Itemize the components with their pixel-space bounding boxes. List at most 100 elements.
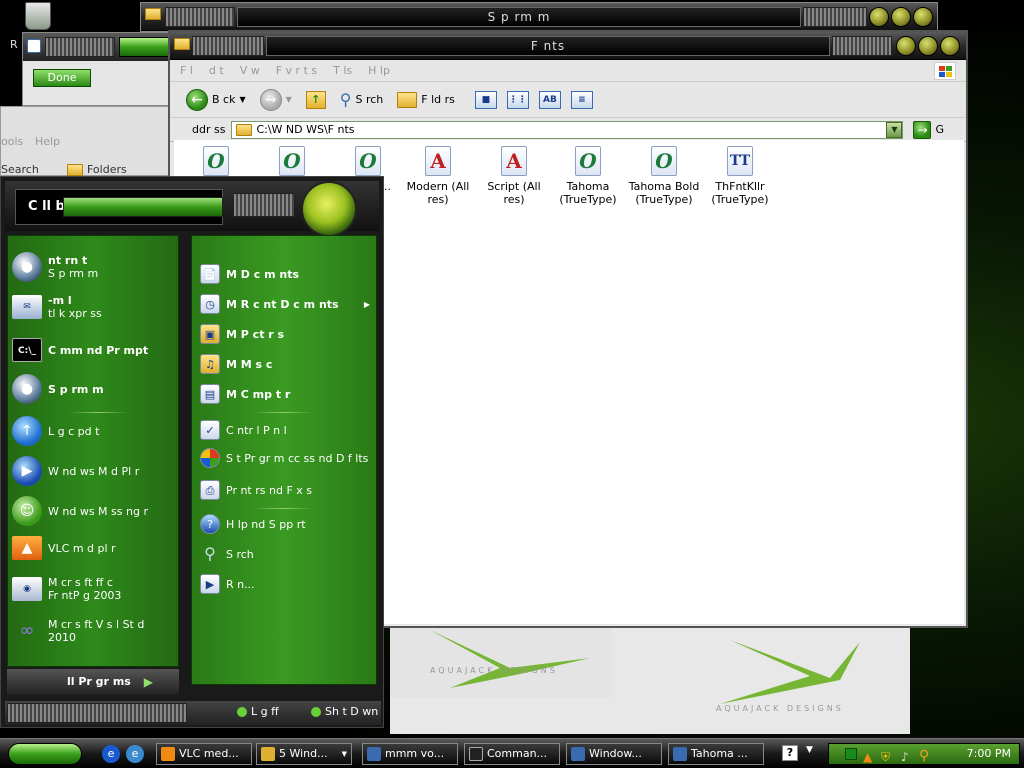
taskbar-button-command[interactable]: Comman...: [464, 743, 560, 765]
network-icon[interactable]: [845, 748, 857, 760]
taskbar-button-window[interactable]: Window...: [566, 743, 662, 765]
logo-text: AQUAJACK DESIGNS: [716, 704, 844, 713]
footer-grip: [7, 703, 187, 723]
start-item-help[interactable]: ? H lp nd S pp rt: [200, 514, 306, 534]
address-label: ddr ss: [192, 123, 226, 136]
font-file-icon: A: [425, 146, 451, 176]
start-item-my-pictures[interactable]: ▣ M P ct r s: [200, 324, 284, 344]
start-item-my-documents[interactable]: 📄 M D c m nts: [200, 264, 299, 284]
font-item[interactable]: O Tahoma Bold (TrueType): [626, 146, 702, 206]
start-item-printers[interactable]: ⎙ Pr nt rs nd F x s: [200, 480, 312, 500]
shield-icon[interactable]: ⛨: [881, 747, 890, 767]
back-folders-button[interactable]: Folders: [67, 163, 127, 176]
folders-button[interactable]: F ld rs: [393, 90, 459, 110]
help-icon[interactable]: ?: [782, 745, 798, 761]
maximize-button[interactable]: [918, 36, 938, 56]
taskbar-button-document[interactable]: mmm vo...: [362, 743, 458, 765]
large-icons-view-icon[interactable]: ■: [474, 90, 497, 109]
chevron-down-icon[interactable]: ▼: [806, 745, 813, 755]
menu-view[interactable]: V w: [240, 64, 260, 77]
recycle-bin-icon[interactable]: [18, 2, 58, 32]
background-explorer[interactable]: ools Help Search Folders: [0, 106, 172, 176]
start-item-messenger[interactable]: ☺ W nd ws M ss ng r: [12, 496, 148, 526]
start-item-visual-studio[interactable]: ∞ M cr s ft V s l St d 2010: [12, 618, 145, 644]
ie-alt-quicklaunch-icon[interactable]: e: [126, 745, 144, 763]
font-item[interactable]: O Tahoma (TrueType): [550, 146, 626, 206]
start-item-program-access[interactable]: S t Pr gr m cc ss nd D f lts: [200, 448, 370, 468]
up-folder-button[interactable]: ↑: [302, 89, 330, 111]
start-item-command-prompt[interactable]: C:\_ C mm nd Pr mpt: [12, 338, 148, 362]
font-item[interactable]: A Script (All res): [476, 146, 552, 206]
start-item-internet[interactable]: ● nt rn tS p rm m: [12, 252, 98, 282]
go-button[interactable]: → G: [913, 120, 944, 139]
back-search-button[interactable]: Search: [1, 163, 39, 176]
system-places: 📄 M D c m nts ◷ M R c nt D c m nts ▶ ▣ M P c…: [191, 235, 377, 685]
all-programs-button[interactable]: ll Pr gr ms ▶: [7, 669, 179, 695]
window-title: S p rm m: [237, 7, 801, 27]
minimize-button[interactable]: [896, 36, 916, 56]
start-item-frontpage[interactable]: ◉ M cr s ft ff c Fr ntP g 2003: [12, 576, 121, 602]
chevron-down-icon[interactable]: ▼: [239, 95, 245, 104]
menu-favorites[interactable]: F v r t s: [276, 64, 317, 77]
start-item-recent-documents[interactable]: ◷ M R c nt D c m nts ▶: [200, 294, 374, 314]
logoff-button[interactable]: L g ff: [237, 705, 279, 718]
start-item-my-computer[interactable]: ▤ M C mp t r: [200, 384, 290, 404]
start-item-my-music[interactable]: ♫ M M s c: [200, 354, 272, 374]
font-item[interactable]: TT ThFntKllr (TrueType): [702, 146, 778, 206]
menu-tools[interactable]: T ls: [333, 64, 352, 77]
done-button[interactable]: Done: [33, 69, 91, 87]
font-item[interactable]: O: [178, 146, 254, 180]
ie-quicklaunch-icon[interactable]: e: [102, 745, 120, 763]
folders-icon: [397, 91, 418, 108]
start-item-media-player[interactable]: ▶ W nd ws M d Pl r: [12, 456, 139, 486]
vlc-tray-icon[interactable]: ▲: [863, 747, 872, 767]
pinned-programs: ● nt rn tS p rm m ✉ -m l tl k xpr ss C:\…: [7, 235, 179, 667]
progress-window[interactable]: Done: [22, 32, 172, 106]
window-title: F nts: [266, 36, 830, 56]
list-view-icon[interactable]: ⋮⋮: [506, 90, 529, 109]
search-button[interactable]: ⚲ S rch: [336, 88, 388, 111]
address-dropdown-icon[interactable]: ▼: [886, 121, 903, 138]
back-button[interactable]: ← B ck ▼: [182, 87, 250, 113]
taskbar-button-vlc[interactable]: VLC med...: [156, 743, 252, 765]
font-item[interactable]: A Modern (All res): [400, 146, 476, 206]
title-grip: [192, 36, 264, 56]
start-item-vlc[interactable]: ▲ VLC m d pl r: [12, 536, 116, 560]
taskbar-button-tahoma[interactable]: Tahoma ...: [668, 743, 764, 765]
start-button[interactable]: [8, 743, 82, 765]
close-button[interactable]: [913, 7, 933, 27]
start-item-control-panel[interactable]: ✓ C ntr l P n l: [200, 420, 287, 440]
printers-icon: ⎙: [200, 480, 220, 500]
address-input[interactable]: C:\W ND WS\F nts ▼: [231, 120, 904, 139]
speaker-icon[interactable]: ♪: [901, 747, 909, 767]
background-window[interactable]: S p rm m: [140, 2, 938, 32]
maximize-button[interactable]: [891, 7, 911, 27]
search-icon[interactable]: ⚲: [919, 746, 929, 766]
start-item-superman[interactable]: ● S p rm m: [12, 374, 104, 404]
start-item-search[interactable]: ⚲ S rch: [200, 544, 254, 564]
document-icon: [367, 747, 381, 761]
separator: [252, 412, 312, 413]
close-button[interactable]: [940, 36, 960, 56]
menu-file[interactable]: F l: [180, 64, 193, 77]
start-item-email[interactable]: ✉ -m l tl k xpr ss: [12, 294, 102, 320]
start-item-update[interactable]: ↑ L g c pd t: [12, 416, 99, 446]
menu-help[interactable]: H lp: [368, 64, 390, 77]
similarity-view-icon[interactable]: AB: [538, 90, 561, 109]
details-view-icon[interactable]: ≡: [570, 90, 593, 109]
tools-menu[interactable]: ools: [1, 135, 23, 148]
title-grip: [165, 7, 235, 27]
menu-edit[interactable]: d t: [209, 64, 224, 77]
font-file-icon: O: [203, 146, 229, 176]
chevron-down-icon[interactable]: ▼: [286, 95, 292, 104]
shutdown-button[interactable]: Sh t D wn: [311, 705, 378, 718]
power-icon: [311, 706, 321, 717]
forward-arrow-icon: →: [259, 88, 282, 111]
forward-button[interactable]: → ▼: [256, 87, 296, 113]
help-menu[interactable]: Help: [35, 135, 60, 148]
frontpage-icon: ◉: [12, 577, 42, 601]
font-item[interactable]: O: [254, 146, 330, 180]
taskbar-button-windows-group[interactable]: 5 Wind... ▼: [256, 743, 352, 765]
start-item-run[interactable]: ▶ R n...: [200, 574, 255, 594]
minimize-button[interactable]: [869, 7, 889, 27]
